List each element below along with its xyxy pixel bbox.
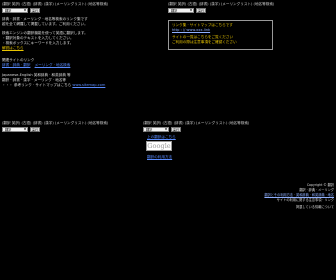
bottom-right-select[interactable]: 翻訳	[143, 127, 169, 132]
bottom-right-link-1[interactable]: 上の翻訳はこちら	[147, 135, 176, 140]
top-right-button[interactable]: 実行	[196, 8, 206, 13]
bottom-left-button[interactable]: 実行	[30, 127, 40, 132]
google-logo-box: Google	[146, 141, 172, 151]
bottom-right-link-2[interactable]: 翻訳の利用方法	[147, 155, 172, 160]
bottom-left-select[interactable]: 翻訳	[2, 127, 28, 132]
info-box-link[interactable]: http : // www.xxx-link	[172, 28, 269, 33]
info-box: リンク集 · サイトマップはこちらです http : // www.xxx-li…	[168, 20, 273, 50]
section3: Japanese-English 英和辞典 · 和英辞典 等 翻訳 · 辞書 ·…	[2, 73, 132, 88]
section2-link-1[interactable]: 辞書 · 辞典 · 翻訳	[2, 63, 30, 67]
bottom-right-nav[interactable]: (翻訳 英訳) (古語) (辞書) (漢字) (メーリングリスト) (地名等検索…	[143, 121, 249, 126]
notice-text: 検索エンジンの翻訳機能を使って英語に翻訳します。 ・翻訳対象のテキストを入力して…	[2, 31, 132, 51]
notice-line-4: 解説はこちら	[2, 46, 132, 51]
info-box-line-4: ご利用の際は注意事項をご確認ください	[172, 40, 237, 44]
section2: 関連サイトのリンク 辞書 · 辞典 · 翻訳 メーリング · 地名検索	[2, 58, 132, 68]
top-right-select[interactable]: 翻訳	[168, 8, 194, 13]
intro-text: 辞典 · 辞書 · メーリング · 地名等検索のリンク集です 越を全て網羅して掲…	[2, 17, 122, 27]
section3-link[interactable]: www.sitemap.com	[72, 83, 105, 87]
top-left-nav[interactable]: (翻訳 英訳) (古語) (辞書) (漢字) (メーリングリスト) (地名等検索…	[2, 2, 108, 7]
notice-link[interactable]: 解説はこちら	[2, 46, 24, 50]
top-left-button[interactable]: 実行	[30, 8, 40, 13]
footer-line-4: 掲載している情報について	[295, 205, 334, 209]
section3-line-3: ・・・ 参考リンク · サイトマップはこちら www.sitemap.com	[2, 83, 132, 88]
bottom-right-button[interactable]: 実行	[171, 127, 181, 132]
top-left-select[interactable]: 翻訳	[2, 8, 28, 13]
footer-line-3: サイトの利用に関する注意事項 · リンク	[276, 198, 334, 202]
intro-line-2: 越を全て網羅して掲載しています。ご利用ください。	[2, 22, 88, 26]
section2-link-2[interactable]: メーリング · 地名検索	[35, 63, 71, 67]
top-right-nav[interactable]: (翻訳 英訳) (古語) (辞書) (漢字) (メーリングリスト) (地名等検索…	[168, 2, 274, 7]
bottom-left-nav[interactable]: (翻訳 英訳) (古語) (辞書) (漢字) (メーリングリスト) (地名等検索…	[2, 121, 108, 126]
section2-links: 辞書 · 辞典 · 翻訳 メーリング · 地名検索	[2, 63, 132, 68]
footer: Copyright © 翻訳 翻訳 · 辞典 · メーリング 翻訳とその利用方法…	[264, 183, 334, 210]
section3-line-3-text: ・・・ 参考リンク · サイトマップはこちら	[2, 83, 72, 87]
